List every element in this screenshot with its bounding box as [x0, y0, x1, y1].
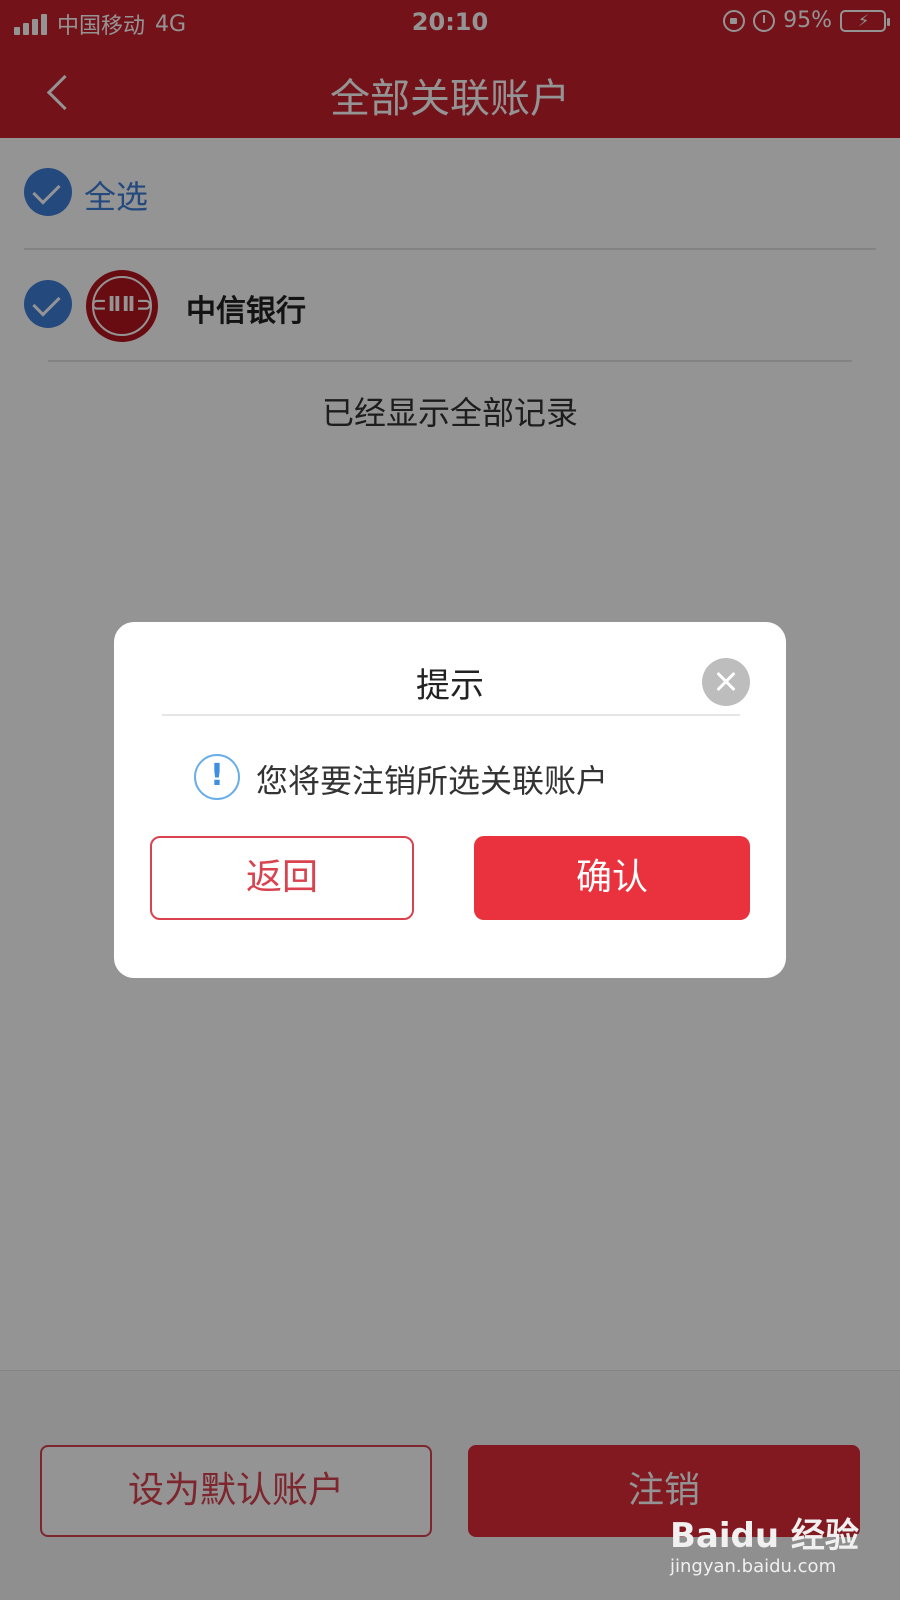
info-icon: !	[194, 754, 240, 800]
divider	[162, 714, 740, 716]
dialog-message-row: ! 您将要注销所选关联账户	[114, 752, 786, 802]
dialog-title: 提示	[416, 666, 484, 706]
watermark-brand: Baidu 经验	[670, 1516, 859, 1556]
dialog-back-button[interactable]: 返回	[150, 836, 414, 920]
close-icon[interactable]	[702, 658, 750, 706]
confirm-dialog: 提示 ! 您将要注销所选关联账户 返回 确认	[114, 622, 786, 978]
watermark: Baidu 经验 jingyan.baidu.com	[660, 1506, 860, 1586]
dialog-message: 您将要注销所选关联账户	[256, 762, 609, 800]
dialog-confirm-button[interactable]: 确认	[474, 836, 750, 920]
watermark-url: jingyan.baidu.com	[670, 1556, 837, 1577]
